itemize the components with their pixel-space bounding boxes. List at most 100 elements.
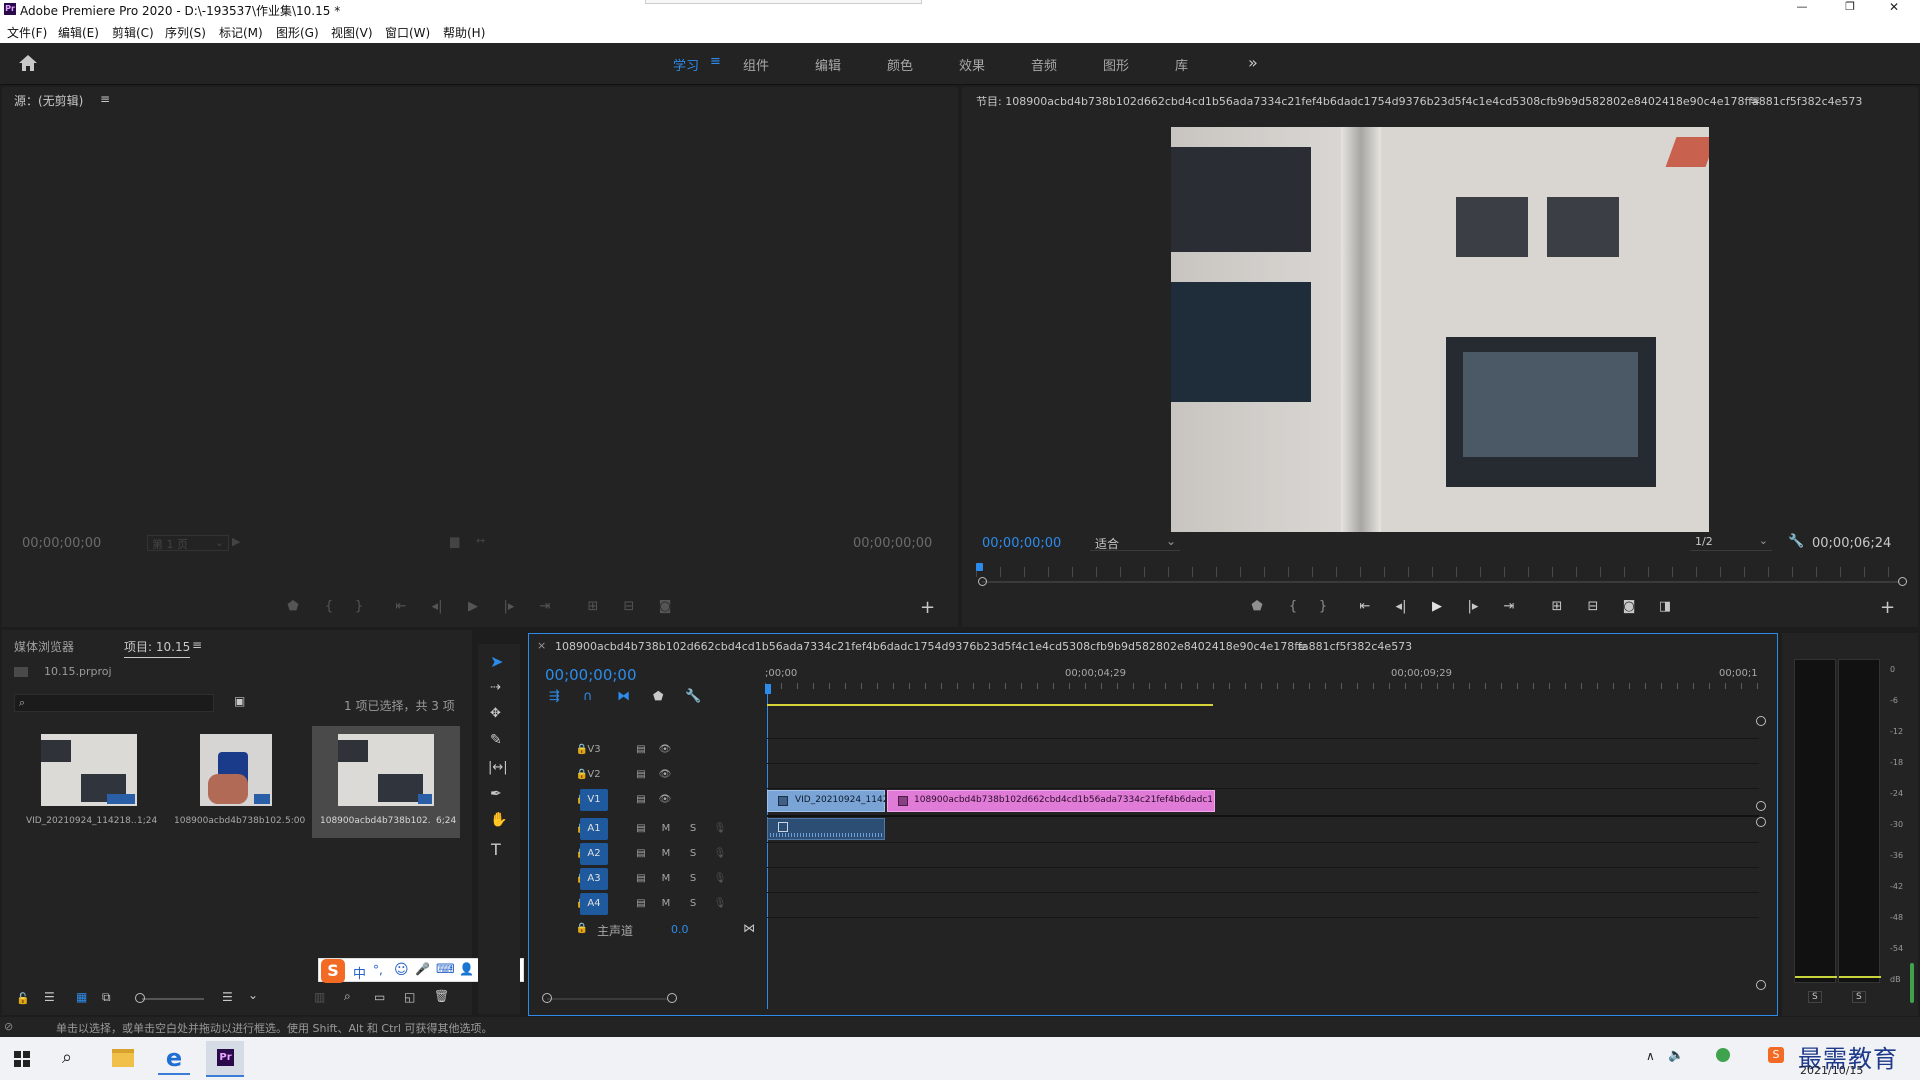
meter-scroll-track[interactable] (1910, 963, 1914, 1003)
lock-icon[interactable]: 🔓 (16, 992, 30, 1005)
microphone-icon[interactable]: 🎙 (713, 843, 727, 865)
sync-lock-icon[interactable]: ▤ (633, 818, 649, 840)
timeline-close-icon[interactable]: × (537, 639, 546, 652)
playhead-marker[interactable] (765, 684, 771, 694)
source-insert-icon[interactable]: ⊞ (582, 597, 604, 617)
menu-graphics[interactable]: 图形(G) (276, 24, 319, 41)
restore-button[interactable]: ❐ (1836, 0, 1864, 19)
timeline-sequence-name[interactable]: 108900acbd4b738b102d662cbd4cd1b56ada7334… (555, 640, 1412, 653)
project-menu-icon[interactable]: ≡ (192, 638, 202, 652)
time-ruler[interactable]: ;00;00 00;00;04;29 00;00;09;29 00;00;1 (765, 666, 1760, 689)
program-extract-icon[interactable]: ⊟ (1582, 597, 1604, 617)
source-timecode[interactable]: 00;00;00;00 (22, 536, 101, 551)
program-camera-icon[interactable]: ◙ (1618, 597, 1640, 617)
pen-tool-icon[interactable]: ✒ (490, 786, 502, 802)
program-timecode[interactable]: 00;00;00;00 (982, 536, 1061, 551)
track-label-a1[interactable]: A1 (580, 818, 608, 840)
zoom-slider-handle[interactable] (135, 993, 145, 1003)
freeform-view-icon[interactable]: ⧉ (102, 990, 111, 1005)
program-zoom-bar[interactable] (982, 581, 1900, 583)
video-scroll-handle-top[interactable] (1756, 716, 1766, 726)
user-icon[interactable]: 👤 (459, 962, 474, 976)
microphone-icon[interactable]: 🎙 (713, 893, 727, 915)
track-label-v1[interactable]: V1 (580, 789, 608, 811)
work-area-bar[interactable] (767, 704, 1213, 706)
zoom-slider[interactable] (142, 998, 204, 1000)
trash-icon[interactable]: 🗑 (434, 989, 449, 1003)
menu-window[interactable]: 窗口(W) (385, 24, 430, 41)
program-mark-in-icon[interactable]: { (1282, 597, 1304, 617)
workspace-tab-effects[interactable]: 效果 (959, 55, 985, 74)
windows-start-icon[interactable] (14, 1051, 30, 1067)
source-monitor-menu-icon[interactable]: ≡ (100, 92, 110, 106)
minimize-button[interactable]: — (1788, 0, 1816, 19)
edge-icon[interactable]: e (158, 1043, 190, 1075)
lock-icon[interactable]: 🔒 (575, 918, 589, 940)
workspace-tab-learn[interactable]: 学习 (673, 55, 699, 74)
close-button[interactable]: ✕ (1880, 0, 1908, 19)
program-lift-icon[interactable]: ⊞ (1546, 597, 1568, 617)
video-clip-vid-20210924[interactable]: VID_20210924_1142 (767, 790, 888, 812)
source-play-arrow-icon[interactable]: ▶ (232, 535, 240, 548)
source-mark-out-icon[interactable]: } (348, 597, 370, 617)
source-monitor-title[interactable]: 源：(无剪辑) (14, 92, 83, 109)
keyboard-icon[interactable]: ⌨ (436, 962, 455, 977)
workspace-tab-menu-icon[interactable]: ≡ (710, 54, 721, 69)
sync-lock-icon[interactable]: ▤ (633, 764, 649, 786)
tab-project[interactable]: 项目: 10.15 (124, 638, 191, 658)
search-icon[interactable]: ⌕ (62, 1047, 72, 1068)
timeline-menu-icon[interactable]: ≡ (1297, 640, 1307, 654)
microphone-icon[interactable]: 🎤 (415, 962, 430, 976)
workspace-tab-color[interactable]: 颜色 (887, 55, 913, 74)
program-resolution-select[interactable]: 1/2 ⌄ (1690, 534, 1772, 551)
program-marker-icon[interactable]: ⬟ (1246, 597, 1268, 617)
selection-tool-icon[interactable]: ➤ (490, 652, 503, 671)
slip-tool-icon[interactable]: |↔| (488, 760, 508, 775)
timeline-zoom-handle-right[interactable] (667, 993, 677, 1003)
project-item[interactable]: VID_20210924_114218... 1;24 (14, 726, 159, 838)
linked-selection-icon[interactable]: ⧓ (617, 689, 630, 704)
source-add-button-icon[interactable]: + (920, 597, 935, 618)
menu-sequence[interactable]: 序列(S) (165, 24, 206, 41)
chevron-down-icon[interactable]: ⌄ (248, 988, 258, 1002)
automate-to-sequence-icon[interactable]: ▥ (314, 990, 325, 1004)
list-view-icon[interactable]: ☰ (44, 990, 55, 1004)
source-go-to-in-icon[interactable]: ⇤ (390, 597, 412, 617)
source-mark-in-icon[interactable]: { (318, 597, 340, 617)
source-resize-icon[interactable]: ↔ (476, 534, 485, 547)
mute-button[interactable]: M (659, 868, 673, 890)
program-fit-select[interactable]: 适合 ⌄ (1090, 534, 1180, 551)
track-select-tool-icon[interactable]: ⇢ (490, 680, 501, 695)
mute-button[interactable]: M (659, 818, 673, 840)
icon-view-icon[interactable]: ▦ (76, 990, 87, 1004)
snap-magnet-icon[interactable]: ∩ (583, 689, 593, 704)
eye-icon[interactable]: 👁 (657, 789, 673, 811)
workspace-tab-libraries[interactable]: 库 (1175, 55, 1188, 74)
source-page-select[interactable]: 第 1 页 ⌄ (147, 535, 229, 551)
timeline-zoom-bar[interactable] (547, 998, 667, 1000)
menu-help[interactable]: 帮助(H) (443, 24, 485, 41)
sync-lock-icon[interactable]: ▤ (633, 789, 649, 811)
ime-chinese-mode[interactable]: 中 (353, 963, 366, 982)
track-label-v2[interactable]: V2 (580, 764, 608, 786)
track-label-v3[interactable]: V3 (580, 739, 608, 761)
audio-scroll-handle-bottom[interactable] (1756, 980, 1766, 990)
program-go-to-out-icon[interactable]: ⇥ (1498, 597, 1520, 617)
master-go-to-end-icon[interactable]: ⋈ (743, 921, 755, 935)
video-scroll-handle-bottom[interactable] (1756, 801, 1766, 811)
project-item-selected[interactable]: 108900acbd4b738b102... 6;24 (312, 726, 460, 838)
speaker-icon[interactable]: 🔈 (1668, 1048, 1684, 1063)
hand-tool-icon[interactable]: ✋ (490, 812, 507, 828)
tray-app-icon[interactable] (1716, 1048, 1730, 1062)
program-monitor-menu-icon[interactable]: ≡ (1750, 93, 1760, 107)
new-bin-from-search-icon[interactable]: ▣ (234, 694, 245, 708)
track-label-a3[interactable]: A3 (580, 868, 608, 890)
audio-clip-a1[interactable] (767, 818, 885, 840)
source-export-icon[interactable]: ▆ (450, 534, 459, 548)
source-step-forward-icon[interactable]: |▸ (498, 597, 520, 617)
ripple-edit-tool-icon[interactable]: ✥ (490, 706, 501, 721)
track-label-a4[interactable]: A4 (580, 893, 608, 915)
solo-right-button[interactable]: S (1852, 991, 1866, 1003)
program-settings-wrench-icon[interactable]: 🔧 (1788, 534, 1804, 549)
razor-tool-icon[interactable]: ✎ (490, 732, 502, 748)
